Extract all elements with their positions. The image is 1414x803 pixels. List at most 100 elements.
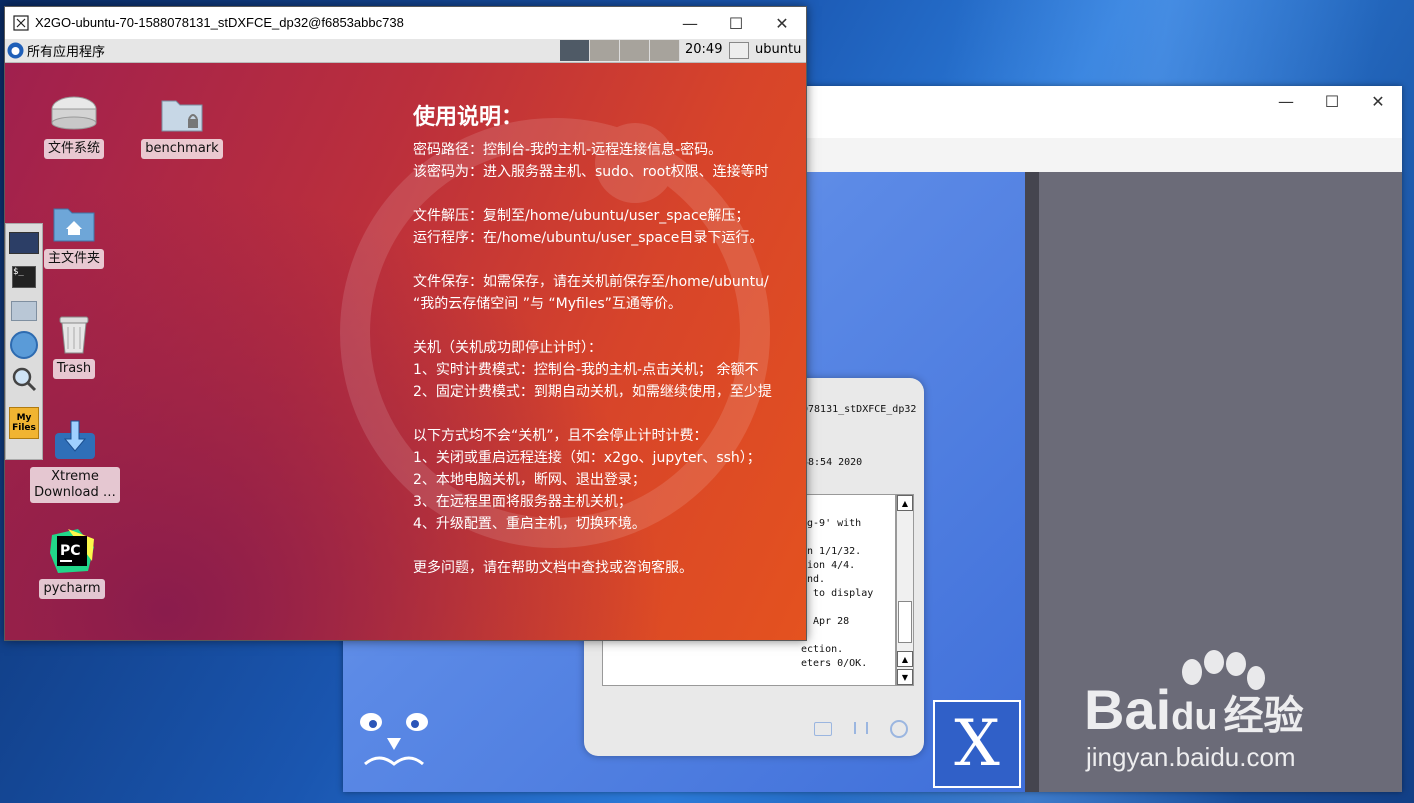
instruction-line: 1、关闭或重启远程连接（如：x2go、jupyter、ssh）；	[413, 450, 761, 466]
log-line: eters 0/OK.	[801, 658, 868, 669]
browser-icon	[10, 331, 38, 359]
pause-icon[interactable]	[854, 722, 868, 734]
instruction-line: 文件保存：如需保存，请在关机前保存至/home/ubuntu/	[413, 274, 769, 290]
instruction-line: 1、实时计费模式：控制台-我的主机-点击关机； 余额不	[413, 362, 759, 378]
scroll-down-icon[interactable]: ▼	[897, 669, 913, 685]
instruction-line: 文件解压：复制至/home/ubuntu/user_space解压；	[413, 208, 750, 224]
panel-user[interactable]: ubuntu	[755, 42, 801, 57]
instruction-line	[413, 183, 772, 205]
svg-text:PC: PC	[60, 543, 81, 559]
instruction-line: 该密码为：进入服务器主机、sudo、root权限、连接等时	[413, 164, 769, 180]
watermark-brand-du: du	[1171, 696, 1218, 738]
log-line: on 1/1/32.	[801, 546, 862, 557]
xfce-desktop[interactable]: 文件系统 benchmark 主文件夹 Trash Xtreme Downloa…	[5, 63, 806, 640]
desktop-icon-label: 文件系统	[43, 139, 104, 159]
scroll-thumb[interactable]	[898, 601, 912, 643]
workspace-4[interactable]	[650, 40, 680, 61]
download-manager-icon	[55, 420, 95, 459]
instruction-line: 4、升级配置、重启主机，切换环境。	[413, 516, 646, 532]
x2go-minimize-button[interactable]: —	[667, 8, 713, 38]
back-maximize-button[interactable]: ☐	[1309, 86, 1355, 116]
xfce-menu-icon	[7, 42, 24, 59]
workspace-switcher[interactable]	[560, 40, 680, 61]
instruction-line: 关机（关机成功即停止计时）：	[413, 340, 602, 356]
dock-terminal[interactable]: $_	[9, 262, 39, 292]
keyboard-icon[interactable]	[729, 42, 749, 59]
home-folder-icon	[53, 208, 95, 242]
instruction-line	[413, 315, 772, 337]
myfiles-label: Files	[12, 423, 36, 433]
instruction-line	[413, 403, 772, 425]
back-close-button[interactable]: ✕	[1355, 86, 1401, 116]
minimize-icon: —	[1278, 91, 1294, 111]
x2go-window[interactable]: X2GO-ubuntu-70-1588078131_stDXFCE_dp32@f…	[4, 6, 807, 641]
instruction-line	[413, 249, 772, 271]
instruction-line: 2、本地电脑关机，断网、退出登录；	[413, 472, 646, 488]
watermark-brand-bai: Bai	[1084, 678, 1172, 741]
workspace-3[interactable]	[620, 40, 650, 61]
log-text: eg-9' with on 1/1/32. sion 4/4. und. t t…	[801, 517, 873, 671]
x2go-titlebar[interactable]: X2GO-ubuntu-70-1588078131_stDXFCE_dp32@f…	[5, 7, 806, 39]
log-header-lines: 078131_stDXFCE_dp32 48:54 2020	[802, 404, 916, 468]
panel-clock[interactable]: 20:49	[685, 42, 722, 57]
workspace-2[interactable]	[590, 40, 620, 61]
x2go-close-button[interactable]: ✕	[759, 8, 805, 38]
dock-search[interactable]	[9, 364, 39, 394]
instruction-line: 运行程序：在/home/ubuntu/user_space目录下运行。	[413, 230, 764, 246]
scroll-up-icon[interactable]: ▲	[897, 495, 913, 511]
desktop-icon-label: 主文件夹	[43, 249, 104, 269]
maximize-icon: ☐	[728, 13, 744, 33]
instruction-line: 2、固定计费模式：到期自动关机，如需继续使用，至少提	[413, 384, 772, 400]
instruction-line	[413, 535, 772, 557]
x-server-logo-icon: X	[933, 700, 1021, 788]
log-line: t to display	[801, 588, 874, 599]
workspace-1[interactable]	[560, 40, 590, 61]
desktop-icon-benchmark[interactable]: benchmark	[137, 95, 227, 159]
myfiles-folder-icon: My Files	[9, 407, 39, 439]
desktop-icon-label: Trash	[52, 359, 96, 379]
xfce-top-panel: 所有应用程序 20:49 ubuntu	[5, 39, 806, 63]
log-scrollbar[interactable]: ▲ ▲ ▼	[896, 494, 914, 686]
panda-logo-icon	[360, 713, 428, 766]
dock-browser[interactable]	[9, 330, 39, 360]
instruction-line: 以下方式均不会“关机”，且不会停止计时计费：	[413, 428, 708, 444]
trash-icon	[59, 316, 89, 354]
desktop-icon-pycharm[interactable]: PC pycharm	[27, 527, 117, 599]
power-icon[interactable]	[890, 720, 908, 738]
log-line: und.	[801, 574, 826, 585]
applications-menu-button[interactable]: 所有应用程序	[7, 41, 105, 60]
folder-icon[interactable]	[814, 722, 832, 736]
log-line: e Apr 28	[801, 616, 850, 627]
back-minimize-button[interactable]: —	[1263, 86, 1309, 116]
x-logo-text: X	[954, 707, 1000, 781]
applications-menu-label: 所有应用程序	[27, 45, 106, 60]
instruction-line: “我的云存储空间 ”与 “Myfiles”互通等价。	[413, 296, 682, 312]
myfiles-label: My	[16, 413, 32, 423]
desktop-icon-label: Xtreme Download …	[30, 467, 120, 503]
close-icon: ✕	[775, 13, 789, 33]
locked-folder-icon	[161, 100, 203, 132]
log-line: ection.	[801, 644, 844, 655]
watermark-brand: Baidu 经验	[1084, 680, 1304, 747]
dock-show-desktop[interactable]	[9, 228, 39, 258]
left-dock: $_ My Files	[5, 223, 43, 460]
desktop-icon-filesystem[interactable]: 文件系统	[29, 95, 119, 159]
x2go-app-icon	[13, 15, 29, 31]
instructions-title: 使用说明：	[413, 105, 524, 130]
maximize-icon: ☐	[1324, 91, 1340, 111]
scroll-up-icon-lower[interactable]: ▲	[897, 651, 913, 667]
watermark-url: jingyan.baidu.com	[1086, 742, 1296, 772]
watermark-brand-jingyan: 经验	[1223, 694, 1304, 738]
x2go-maximize-button[interactable]: ☐	[713, 8, 759, 38]
dock-myfiles[interactable]: My Files	[9, 407, 39, 439]
home-icon	[11, 301, 37, 321]
pycharm-icon: PC	[50, 529, 94, 573]
dock-file-manager[interactable]	[9, 296, 39, 326]
instruction-line: 密码路径：控制台-我的主机-远程连接信息-密码。	[413, 142, 723, 158]
drive-icon	[51, 96, 97, 130]
desktop-icon-label: benchmark	[141, 139, 223, 159]
